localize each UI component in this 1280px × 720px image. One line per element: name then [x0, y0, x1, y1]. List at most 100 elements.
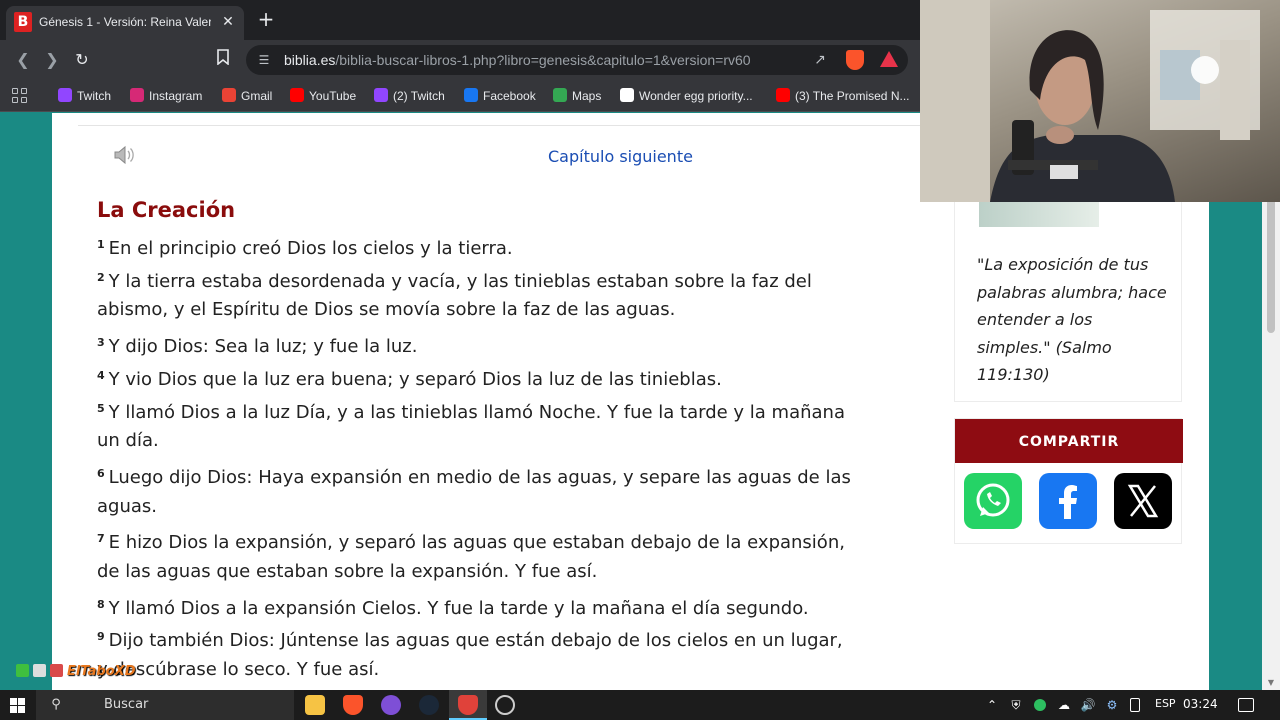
verse: 2Y la tierra estaba desordenada y vacía,…: [97, 261, 812, 298]
bookmark-favicon-icon: [290, 88, 304, 102]
verse: 3Y dijo Dios: Sea la luz; y fue la luz.: [97, 326, 417, 363]
clock[interactable]: 03:24: [1183, 697, 1218, 711]
bookmark-label: Gmail: [241, 89, 273, 103]
bookmark-label: YouTube: [309, 89, 357, 103]
verse-number: 9: [97, 630, 105, 644]
divider: [78, 125, 920, 126]
search-placeholder: Buscar: [104, 697, 149, 712]
webcam-overlay: [920, 0, 1280, 202]
brave-browser-icon[interactable]: [343, 695, 363, 715]
apps-grid-icon[interactable]: [12, 88, 28, 104]
verse-number: 7: [97, 532, 105, 546]
url-text[interactable]: biblia.es/biblia-buscar-libros-1.php?lib…: [284, 52, 751, 68]
verse-number: 1: [97, 238, 105, 251]
verse-text: Y la tierra estaba desordenada y vacía, …: [108, 270, 812, 292]
cloud-icon[interactable]: ☁: [1055, 697, 1073, 713]
bookmark-item[interactable]: Facebook: [464, 87, 536, 105]
steam-tray-icon[interactable]: ⚙: [1104, 697, 1120, 713]
verse-continuation: aguas.: [97, 495, 157, 517]
chat-badge-icon: [33, 664, 46, 677]
verse-number: 5: [97, 401, 105, 415]
volume-icon[interactable]: 🔊: [1080, 697, 1096, 713]
bookmark-item[interactable]: YouTube: [290, 87, 356, 105]
verse: 8Y llamó Dios a la expansión Cielos. Y f…: [97, 588, 809, 625]
address-bar[interactable]: ☰ biblia.es/biblia-buscar-libros-1.php?l…: [246, 45, 908, 75]
obs-icon[interactable]: [495, 695, 515, 715]
brave-browser-active-icon[interactable]: [458, 695, 478, 715]
bookmark-label: Facebook: [483, 89, 536, 103]
bookmark-label: Maps: [572, 89, 602, 103]
battery-icon[interactable]: [1130, 698, 1140, 712]
verse-number: 4: [97, 368, 105, 382]
verse: 7E hizo Dios la expansión, y separó las …: [97, 522, 845, 559]
site-favicon-icon: B: [14, 12, 32, 32]
verse-number: 2: [97, 270, 105, 284]
file-explorer-icon[interactable]: [305, 695, 325, 715]
verse-text: Y llamó Dios a la expansión Cielos. Y fu…: [108, 597, 809, 619]
bookmark-favicon-icon: [222, 88, 236, 102]
brave-shields-icon[interactable]: [846, 50, 864, 70]
quote-image: [979, 201, 1099, 227]
next-chapter-link[interactable]: Capítulo siguiente: [548, 147, 693, 166]
steam-icon[interactable]: [419, 695, 439, 715]
new-tab-button[interactable]: +: [254, 8, 278, 32]
browser-toolbar: ❮ ❯ ↻ ☰ biblia.es/biblia-buscar-libros-1…: [0, 40, 920, 80]
active-app-indicator[interactable]: [449, 690, 487, 720]
bookmark-item[interactable]: Gmail: [222, 87, 272, 105]
windows-taskbar: ⚲ Buscar ⌃ ⛨ ☁ 🔊 ⚙ ESP 03:24: [0, 690, 1280, 720]
forward-icon[interactable]: ❯: [41, 49, 63, 71]
scroll-down-icon[interactable]: ▼: [1266, 678, 1276, 688]
verse-text: Y dijo Dios: Sea la luz; y fue la luz.: [108, 336, 418, 358]
whatsapp-icon: [976, 483, 1010, 517]
bookmark-item[interactable]: (2) Twitch: [374, 87, 445, 105]
tray-overflow-icon[interactable]: ⌃: [985, 697, 999, 713]
whatsapp-share-button[interactable]: [964, 473, 1022, 529]
facebook-share-button[interactable]: [1039, 473, 1097, 529]
verse-text: Dijo también Dios: Júntense las aguas qu…: [108, 630, 843, 652]
verse-text: En el principio creó Dios los cielos y l…: [108, 238, 513, 259]
facebook-icon: [1059, 485, 1077, 519]
verse: 4Y vio Dios que la luz era buena; y sepa…: [97, 359, 722, 396]
bookmarks-bar: Twitch Instagram Gmail YouTube (2) Twitch Fac…: [0, 80, 920, 112]
bookmark-favicon-icon: [130, 88, 144, 102]
chat-message: ElTaboXD: [16, 664, 136, 682]
verse-text: Luego dijo Dios: Haya expansión en medio…: [108, 466, 851, 488]
bookmark-item[interactable]: Instagram: [130, 87, 202, 105]
verse: 1 En el principio creó Dios los cielos y …: [97, 228, 513, 265]
browser-tab[interactable]: B Génesis 1 - Versión: Reina Valera 1960…: [6, 6, 244, 40]
bookmark-item[interactable]: Maps: [553, 87, 601, 105]
verse-text: Y vio Dios que la luz era buena; y separ…: [108, 368, 722, 390]
taskbar-search[interactable]: ⚲ Buscar: [36, 690, 294, 720]
chat-badge-icon: [16, 664, 29, 677]
discord-icon[interactable]: [381, 695, 401, 715]
x-icon: [1127, 484, 1159, 518]
page-content: Capítulo siguiente La Creación 1 En el pr…: [52, 113, 920, 690]
bookmark-favicon-icon: [374, 88, 388, 102]
speaker-icon[interactable]: [112, 143, 136, 167]
verse-number: 8: [97, 597, 105, 611]
bookmark-favicon-icon: [776, 88, 790, 102]
security-icon[interactable]: ⛨: [1008, 697, 1024, 713]
bookmark-icon[interactable]: [212, 49, 234, 71]
site-settings-icon[interactable]: ☰: [256, 52, 272, 68]
bookmark-item[interactable]: Wonder egg priority...: [620, 87, 753, 105]
brave-rewards-icon[interactable]: [880, 51, 898, 67]
back-icon[interactable]: ❮: [12, 49, 34, 71]
status-dot-icon[interactable]: [1034, 699, 1046, 711]
bookmark-item[interactable]: Twitch: [58, 87, 111, 105]
bookmark-favicon-icon: [553, 88, 567, 102]
reload-icon[interactable]: ↻: [71, 49, 93, 71]
notifications-icon[interactable]: [1238, 698, 1254, 712]
x-share-button[interactable]: [1114, 473, 1172, 529]
bookmark-item[interactable]: (3) The Promised N...: [776, 87, 909, 105]
bookmark-label: (2) Twitch: [393, 89, 445, 103]
verse-continuation: y descúbrase lo seco. Y fue así.: [97, 659, 380, 681]
close-tab-icon[interactable]: ✕: [218, 12, 238, 32]
start-button[interactable]: [10, 698, 25, 713]
share-icon[interactable]: ↗: [810, 50, 830, 70]
bookmark-favicon-icon: [58, 88, 72, 102]
bookmark-label: Instagram: [149, 89, 203, 103]
bookmark-favicon-icon: [464, 88, 478, 102]
verse: 9 Dijo también Dios: Júntense las aguas q…: [97, 620, 843, 657]
language-indicator[interactable]: ESP: [1155, 697, 1176, 710]
